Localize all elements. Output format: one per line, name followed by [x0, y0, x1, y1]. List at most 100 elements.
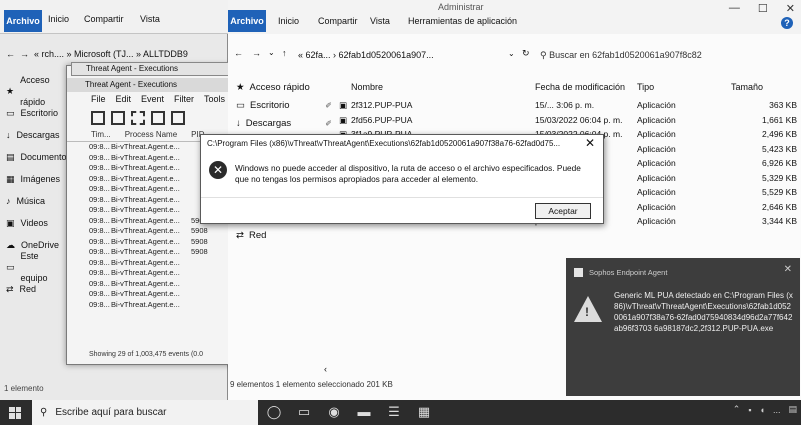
file-cell-size: 5,529 KB — [762, 187, 797, 197]
column-date[interactable]: Fecha de modificación — [535, 82, 625, 92]
autoscroll-icon[interactable] — [151, 111, 165, 125]
nav-item[interactable]: ⇄ Red — [228, 226, 338, 244]
forward-arrow-icon[interactable]: → — [252, 48, 261, 58]
pin-icon[interactable]: ✐ — [325, 119, 332, 128]
accept-button[interactable]: Aceptar — [535, 203, 591, 219]
event-cell-time: 09:8... — [89, 299, 110, 309]
tab-vista[interactable]: Vista — [370, 16, 390, 26]
menu-tools[interactable]: Tools — [204, 94, 225, 104]
forward-arrow-icon[interactable]: → — [20, 49, 29, 59]
event-cell-time: 09:8... — [89, 289, 110, 298]
capture-icon[interactable] — [131, 111, 145, 125]
left-nav-item[interactable]: ↓ Descargas — [0, 124, 66, 146]
left-tab-inicio[interactable]: Inicio — [48, 14, 69, 24]
left-nav-item[interactable]: ▭ Este equipo — [0, 251, 66, 283]
toast-header: Sophos Endpoint Agent — [574, 268, 667, 277]
explorer-icon[interactable]: ▭ — [296, 404, 312, 420]
tab-inicio[interactable]: Inicio — [278, 16, 299, 26]
left-nav-item[interactable]: ♪ Música — [0, 190, 66, 212]
search-input[interactable]: ⚲ Buscar en 62fab1d0520061a907f8c82 — [540, 46, 798, 64]
left-tab-compartir[interactable]: Compartir — [84, 14, 124, 24]
help-icon[interactable]: ? — [781, 17, 793, 29]
inner-window-tab[interactable]: Threat Agent - Executions — [71, 62, 231, 76]
event-row[interactable]: 09:8... Bi-vThreat.Agent.e... — [89, 279, 235, 290]
event-cell-name: Bi-vThreat.Agent.e... — [111, 299, 180, 309]
menu-file[interactable]: File — [91, 94, 106, 104]
tab-file[interactable]: Archivo — [228, 10, 266, 32]
tray-chevron-icon[interactable]: ⌃ — [733, 404, 741, 415]
open-icon[interactable] — [91, 111, 105, 125]
left-nav-item[interactable]: ▭ Escritorio — [0, 102, 66, 124]
column-type[interactable]: Tipo — [637, 82, 654, 92]
task-view-icon[interactable]: ◯ — [266, 404, 282, 420]
menu-event[interactable]: Event — [141, 94, 164, 104]
chrome-icon[interactable]: ◉ — [326, 404, 342, 420]
volume-icon[interactable]: ◖ — [760, 405, 765, 415]
access-error-dialog: C:\Program Files (x86)\vThreat\vThreatAg… — [200, 134, 604, 224]
pin-icon[interactable]: ✐ — [325, 101, 332, 110]
up-arrow-icon[interactable]: ↑ — [282, 48, 287, 58]
terminal-icon[interactable]: ▬ — [356, 404, 372, 420]
column-name[interactable]: Nombre — [351, 82, 383, 92]
start-button[interactable] — [0, 400, 30, 425]
nav-item[interactable]: ↓ Descargas ✐ — [228, 114, 338, 132]
dialog-close-button[interactable]: ✕ — [585, 136, 595, 150]
maximize-button[interactable]: ☐ — [758, 2, 768, 15]
left-tab-file[interactable]: Archivo — [4, 10, 42, 32]
clear-icon[interactable] — [171, 111, 185, 125]
clock[interactable]: ... — [773, 405, 781, 415]
nav-item[interactable]: ★ Acceso rápido — [228, 78, 338, 96]
application-icon: ▣ — [339, 114, 348, 125]
app-icon[interactable]: ☰ — [386, 404, 402, 420]
save-icon[interactable] — [111, 111, 125, 125]
event-cell-name: Bi-vThreat.Agent.e... — [111, 152, 180, 162]
notifications-icon[interactable]: ▤ — [788, 404, 797, 415]
close-button[interactable]: ✕ — [786, 2, 795, 15]
toast-message: Generic ML PUA detectado en C:\Program F… — [614, 291, 793, 333]
taskbar-search-placeholder: Escribe aquí para buscar — [55, 407, 167, 418]
left-nav-item[interactable]: ★ Acceso rápido — [0, 75, 66, 107]
event-row[interactable]: 09:8... Bi-vThreat.Agent.e... — [89, 258, 235, 269]
left-nav-item[interactable]: ▦ Imágenes — [0, 168, 66, 190]
event-row[interactable]: 09:8...Bi-vThreat.Agent.e... 5908 — [89, 237, 235, 248]
event-row[interactable]: 09:8...Bi-vThreat.Agent.e... 5908 — [89, 226, 235, 237]
left-nav-item[interactable]: ▣ Videos — [0, 212, 66, 234]
tab-compartir[interactable]: Compartir — [318, 16, 358, 26]
refresh-icon[interactable]: ↻ — [522, 48, 530, 59]
address-bar[interactable]: « 62fa... › 62fab1d0520061a907... — [298, 46, 506, 64]
app-icon[interactable]: ▦ — [416, 404, 432, 420]
nav-item[interactable]: ▭ Escritorio ✐ — [228, 96, 338, 114]
event-cell-name: Bi-vThreat.Agent.e... — [111, 226, 180, 235]
menu-filter[interactable]: Filter — [174, 94, 194, 104]
event-cell-name: Bi-vThreat.Agent.e... — [111, 289, 180, 298]
event-row[interactable]: 09:8... Bi-vThreat.Agent.e... — [89, 300, 235, 311]
back-arrow-icon[interactable]: ← — [6, 49, 15, 59]
dialog-title: C:\Program Files (x86)\vThreat\vThreatAg… — [207, 139, 561, 148]
event-row[interactable]: 09:8...Bi-vThreat.Agent.e... 5908 — [89, 247, 235, 258]
column-size[interactable]: Tamaño — [731, 82, 763, 92]
star-icon: ★ — [236, 81, 245, 93]
network-icon[interactable]: ▪ — [748, 405, 751, 415]
left-nav-item[interactable]: ▤ Documentos — [0, 146, 71, 168]
event-row[interactable]: 09:8... Bi-vThreat.Agent.e... — [89, 289, 235, 300]
file-row[interactable]: ▣ 2fd56.PUP-PUA 15/03/2022 06:04 p. m. Apli… — [339, 115, 801, 127]
file-row[interactable]: ▣ 2f312.PUP-PUA 15/... 3:06 p. m. Aplicació… — [339, 100, 801, 112]
file-cell-size: 3,344 KB — [762, 216, 797, 226]
threat-notification[interactable]: Sophos Endpoint Agent ✕ ! Generic ML PUA… — [566, 258, 800, 396]
tab-app-tools[interactable]: Herramientas de aplicación — [408, 16, 517, 26]
recent-chevron-icon[interactable]: ⌄ — [268, 48, 275, 57]
menu-edit[interactable]: Edit — [116, 94, 132, 104]
back-arrow-icon[interactable]: ← — [234, 48, 243, 58]
toast-close-button[interactable]: ✕ — [784, 264, 792, 275]
address-dropdown-icon[interactable]: ⌄ — [508, 49, 515, 58]
left-path-text: « rch.... » Microsoft (TJ... » ALLTDDB9 — [34, 49, 188, 59]
event-cell-pid: 5908 — [191, 226, 208, 235]
taskbar-search[interactable]: ⚲ Escribe aquí para buscar — [32, 400, 258, 425]
application-icon: ▣ — [339, 100, 348, 110]
left-tab-vista[interactable]: Vista — [140, 14, 160, 24]
scroll-left-icon[interactable]: ‹ — [324, 364, 327, 374]
minimize-button[interactable]: — — [729, 2, 740, 15]
inner-titlebar: Threat Agent - Executions — [67, 78, 235, 92]
event-row[interactable]: 09:8... Bi-vThreat.Agent.e... — [89, 268, 235, 279]
file-cell-type: Aplicación — [637, 129, 676, 139]
